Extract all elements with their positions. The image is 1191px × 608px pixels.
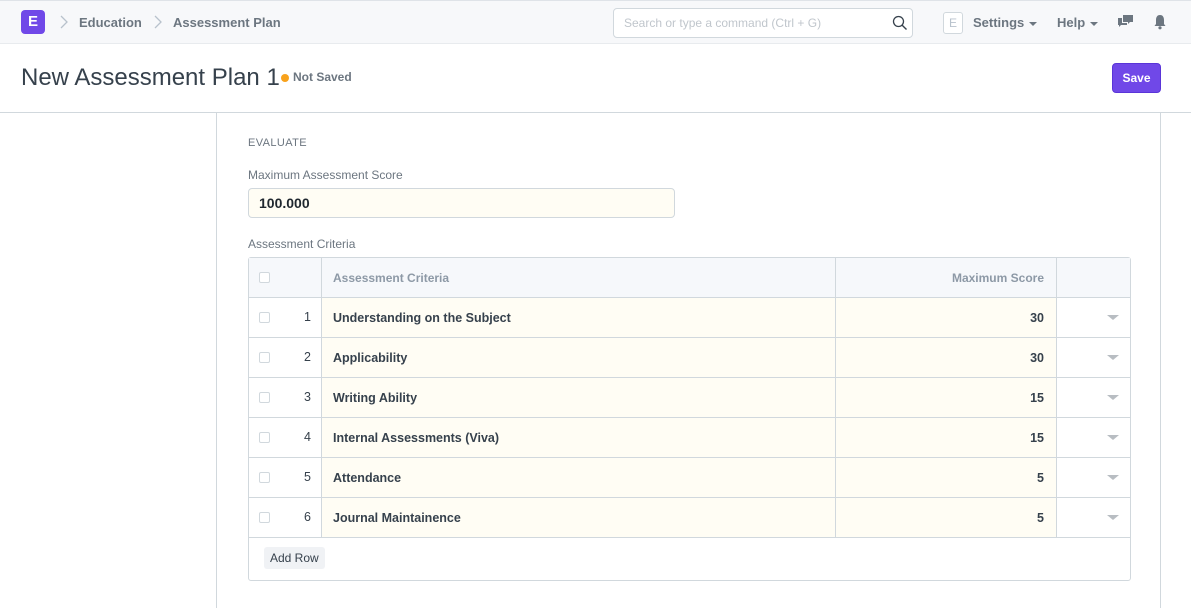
- breadcrumb-education[interactable]: Education: [79, 15, 142, 30]
- table-row[interactable]: 4 Internal Assessments (Viva) 15: [249, 418, 1130, 458]
- page-header: New Assessment Plan 1 Not Saved Save: [0, 44, 1191, 113]
- row-actions-cell: [1057, 378, 1130, 417]
- grid-header-row: Assessment Criteria Maximum Score: [249, 258, 1130, 298]
- app-logo[interactable]: E: [21, 10, 45, 34]
- row-index-cell: 3: [249, 378, 322, 417]
- chevron-right-icon: [151, 13, 165, 31]
- criteria-cell[interactable]: Internal Assessments (Viva): [322, 418, 836, 457]
- header-maximum-score: Maximum Score: [836, 258, 1057, 297]
- max-score-cell[interactable]: 30: [836, 298, 1057, 337]
- row-actions-cell: [1057, 418, 1130, 457]
- row-edit-caret-icon[interactable]: [1107, 475, 1119, 480]
- help-dropdown[interactable]: Help: [1057, 15, 1099, 30]
- row-index-cell: 2: [249, 338, 322, 377]
- criteria-cell[interactable]: Understanding on the Subject: [322, 298, 836, 337]
- max-score-label: Maximum Assessment Score: [248, 168, 403, 182]
- max-score-cell[interactable]: 15: [836, 378, 1057, 417]
- row-index-cell: 4: [249, 418, 322, 457]
- caret-down-icon: [1029, 21, 1038, 26]
- row-checkbox[interactable]: [259, 512, 270, 523]
- help-label: Help: [1057, 15, 1086, 30]
- table-row[interactable]: 2 Applicability 30: [249, 338, 1130, 378]
- select-all-checkbox[interactable]: [259, 272, 270, 283]
- row-edit-caret-icon[interactable]: [1107, 355, 1119, 360]
- chat-icon[interactable]: [1117, 14, 1134, 29]
- row-edit-caret-icon[interactable]: [1107, 315, 1119, 320]
- header-assessment-criteria: Assessment Criteria: [322, 258, 836, 297]
- navbar: E Education Assessment Plan E Settings H…: [0, 0, 1191, 44]
- row-actions-cell: [1057, 458, 1130, 497]
- grid-header-index: [249, 258, 322, 297]
- row-checkbox[interactable]: [259, 312, 270, 323]
- row-number: 2: [304, 350, 311, 364]
- search-box: [613, 8, 913, 38]
- row-actions-cell: [1057, 298, 1130, 337]
- table-row[interactable]: 1 Understanding on the Subject 30: [249, 298, 1130, 338]
- criteria-cell[interactable]: Applicability: [322, 338, 836, 377]
- max-score-cell[interactable]: 30: [836, 338, 1057, 377]
- status-badge: Not Saved: [293, 70, 352, 84]
- row-index-cell: 5: [249, 458, 322, 497]
- table-row[interactable]: 6 Journal Maintainence 5: [249, 498, 1130, 538]
- max-score-input[interactable]: [248, 188, 675, 218]
- row-number: 1: [304, 310, 311, 324]
- header-actions: [1057, 258, 1130, 297]
- search-input[interactable]: [614, 9, 884, 37]
- breadcrumb-assessment-plan[interactable]: Assessment Plan: [173, 15, 281, 30]
- grid-footer: Add Row: [249, 538, 1130, 580]
- row-number: 4: [304, 430, 311, 444]
- criteria-cell[interactable]: Writing Ability: [322, 378, 836, 417]
- max-score-cell[interactable]: 5: [836, 498, 1057, 537]
- criteria-label: Assessment Criteria: [248, 237, 356, 251]
- row-index-cell: 6: [249, 498, 322, 537]
- chevron-right-icon: [57, 13, 71, 31]
- save-button[interactable]: Save: [1112, 63, 1161, 93]
- row-number: 6: [304, 510, 311, 524]
- criteria-cell[interactable]: Journal Maintainence: [322, 498, 836, 537]
- max-score-cell[interactable]: 15: [836, 418, 1057, 457]
- add-row-button[interactable]: Add Row: [264, 547, 325, 569]
- page-title: New Assessment Plan 1: [21, 64, 280, 91]
- table-row[interactable]: 3 Writing Ability 15: [249, 378, 1130, 418]
- settings-label: Settings: [973, 15, 1025, 30]
- caret-down-icon: [1090, 21, 1099, 26]
- row-checkbox[interactable]: [259, 392, 270, 403]
- avatar[interactable]: E: [943, 12, 963, 34]
- form-section: EVALUATE Maximum Assessment Score Assess…: [216, 113, 1161, 608]
- criteria-grid: Assessment Criteria Maximum Score 1 Unde…: [248, 257, 1131, 581]
- row-actions-cell: [1057, 498, 1130, 537]
- row-edit-caret-icon[interactable]: [1107, 435, 1119, 440]
- row-checkbox[interactable]: [259, 472, 270, 483]
- row-actions-cell: [1057, 338, 1130, 377]
- row-number: 3: [304, 390, 311, 404]
- table-row[interactable]: 5 Attendance 5: [249, 458, 1130, 498]
- section-heading: EVALUATE: [248, 137, 308, 149]
- row-checkbox[interactable]: [259, 352, 270, 363]
- search-icon[interactable]: [892, 15, 908, 31]
- criteria-cell[interactable]: Attendance: [322, 458, 836, 497]
- settings-dropdown[interactable]: Settings: [973, 15, 1038, 30]
- status-indicator-dot: [281, 74, 289, 82]
- row-number: 5: [304, 470, 311, 484]
- row-checkbox[interactable]: [259, 432, 270, 443]
- row-edit-caret-icon[interactable]: [1107, 395, 1119, 400]
- max-score-cell[interactable]: 5: [836, 458, 1057, 497]
- row-edit-caret-icon[interactable]: [1107, 515, 1119, 520]
- bell-icon[interactable]: [1153, 14, 1167, 30]
- row-index-cell: 1: [249, 298, 322, 337]
